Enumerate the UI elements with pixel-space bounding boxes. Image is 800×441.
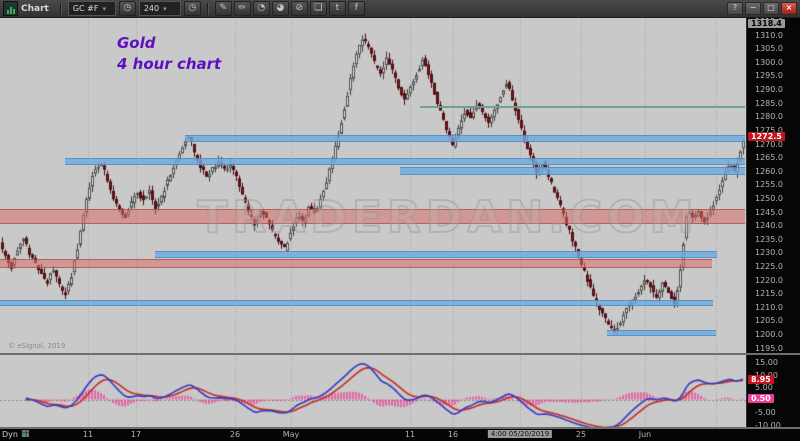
blue-resistance-zone-1260[interactable] <box>400 167 745 175</box>
teal-resistance-line-1283[interactable] <box>420 106 745 108</box>
eraser-icon[interactable]: ⊘ <box>291 1 308 16</box>
help-button[interactable]: ? <box>727 2 743 15</box>
axis-label: 1210.0 <box>755 303 783 312</box>
time-axis-label: 11 <box>83 430 93 439</box>
axis-label: 1250.0 <box>755 194 783 203</box>
chart-annotation[interactable]: Gold 4 hour chart <box>117 33 221 75</box>
axis-label: -5.00 <box>755 408 776 417</box>
retracement-tool-icon[interactable]: ◕ <box>272 1 289 16</box>
selected-time-tag: 4:00 05/20/2019 <box>488 430 552 438</box>
chevron-down-icon: ▾ <box>102 5 106 13</box>
dyn-label: Dyn <box>2 430 18 439</box>
toolbar: Chart GC #F ▾ ◷ 240 ▾ ◷ ✎✏◔◕⊘❑tf ?−□× <box>0 0 800 18</box>
axis-label: 1285.0 <box>755 99 783 108</box>
axis-label: 1230.0 <box>755 248 783 257</box>
histogram-tag: 0.50 <box>748 394 774 403</box>
axis-label: 1195.0 <box>755 344 783 353</box>
axis-label: 1205.0 <box>755 316 783 325</box>
price-axis[interactable]: 1315.01310.01305.01300.01295.01290.01285… <box>746 17 800 429</box>
chevron-down-icon: ▾ <box>163 5 167 13</box>
toolbar-separator <box>207 3 209 15</box>
session-high-tag: 1318.4 <box>748 19 785 28</box>
blue-resistance-zone-1272[interactable] <box>185 135 745 142</box>
pencil-icon[interactable]: ✎ <box>215 1 232 16</box>
symbol-value: GC #F <box>73 4 99 13</box>
app-title: Chart <box>21 4 49 14</box>
time-axis-label: 26 <box>230 430 240 439</box>
panel-separator[interactable] <box>0 353 800 355</box>
axis-label: 1200.0 <box>755 330 783 339</box>
axis-label: 1270.0 <box>755 140 783 149</box>
trading-app-window: { "window": { "controls": [ {"name": "he… <box>0 0 800 441</box>
axis-label: 1215.0 <box>755 289 783 298</box>
time-axis-label: May <box>283 430 300 439</box>
axis-label: 1265.0 <box>755 153 783 162</box>
last-price-tag: 1272.5 <box>748 132 785 141</box>
red-supply-zone-1226[interactable] <box>0 259 712 268</box>
close-button[interactable]: × <box>781 2 797 15</box>
circle-tool-icon[interactable]: ◔ <box>253 1 270 16</box>
axis-label: 15.00 <box>755 358 778 367</box>
axis-label: 1305.0 <box>755 44 783 53</box>
axis-label: 1280.0 <box>755 112 783 121</box>
minimize-button[interactable]: − <box>745 2 761 15</box>
axis-label: 1225.0 <box>755 262 783 271</box>
time-axis[interactable]: Dyn ▦ 11 17 26 May 11 16 25 Jun 4:00 05/20/2019 <box>0 429 800 441</box>
axis-label: 1300.0 <box>755 58 783 67</box>
toolbar-separator <box>60 3 62 15</box>
interval-select[interactable]: 240 ▾ <box>139 1 181 16</box>
drawing-tools-group: ✎✏◔◕⊘❑tf <box>215 1 365 16</box>
annotation-line1: Gold <box>117 33 221 54</box>
symbol-select[interactable]: GC #F ▾ <box>68 1 116 16</box>
watermark: TRADERDAN.COM <box>128 192 768 243</box>
time-axis-label: 17 <box>131 430 141 439</box>
blue-support-zone-1200[interactable] <box>607 330 716 336</box>
blue-support-zone-1211[interactable] <box>0 300 713 307</box>
axis-label: 1260.0 <box>755 167 783 176</box>
axis-label: 1220.0 <box>755 276 783 285</box>
chart-app-icon <box>3 1 18 16</box>
annotation-line2: 4 hour chart <box>117 54 221 75</box>
axis-label: 1295.0 <box>755 71 783 80</box>
time-template-icon[interactable]: ◷ <box>119 1 136 16</box>
window-controls: ?−□× <box>727 2 800 15</box>
interval-value: 240 <box>144 4 159 13</box>
session-grid-icon: ▦ <box>21 430 30 439</box>
axis-label: 1310.0 <box>755 31 783 40</box>
axis-label: 1240.0 <box>755 221 783 230</box>
maximize-button[interactable]: □ <box>763 2 779 15</box>
blue-support-zone-1229[interactable] <box>155 251 717 258</box>
time-template-icon[interactable]: ◷ <box>184 1 201 16</box>
time-axis-label: 16 <box>448 430 458 439</box>
signal-line-tag: 8.95 <box>748 375 774 384</box>
dyn-control[interactable]: Dyn ▦ <box>2 430 29 439</box>
time-axis-label: 11 <box>405 430 415 439</box>
toolbar-left-group: Chart GC #F ▾ ◷ 240 ▾ ◷ ✎✏◔◕⊘❑tf <box>0 0 365 17</box>
time-axis-label: Jun <box>639 430 652 439</box>
freehand-draw-icon[interactable]: ✏ <box>234 1 251 16</box>
axis-label: 1255.0 <box>755 180 783 189</box>
copyright-text: © eSignal, 2019 <box>8 342 65 350</box>
axis-label: 1235.0 <box>755 235 783 244</box>
axis-label: 1245.0 <box>755 208 783 217</box>
blue-resistance-zone-1264[interactable] <box>65 158 745 165</box>
axis-label: 5.00 <box>755 383 773 392</box>
axis-label: 1290.0 <box>755 85 783 94</box>
time-axis-label: 25 <box>576 430 586 439</box>
facebook-icon[interactable]: f <box>348 1 365 16</box>
twitter-icon[interactable]: t <box>329 1 346 16</box>
comment-icon[interactable]: ❑ <box>310 1 327 16</box>
